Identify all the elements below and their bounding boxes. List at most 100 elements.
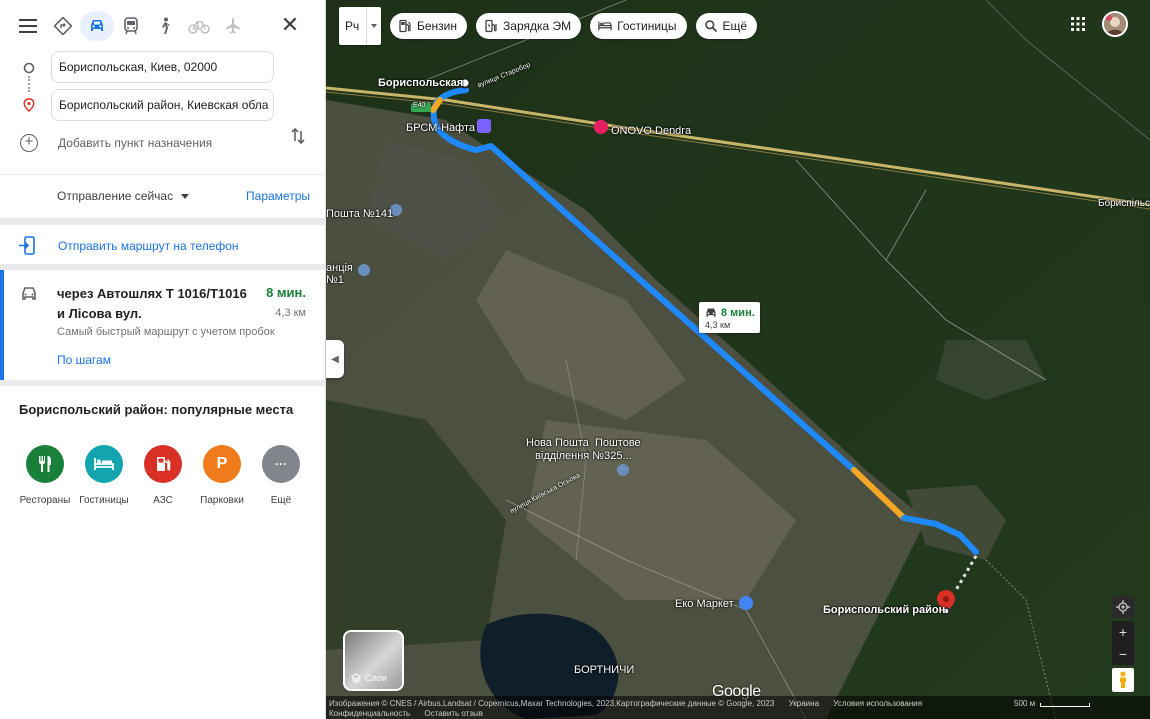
hotel-icon — [85, 445, 123, 483]
parking-icon: P — [203, 445, 241, 483]
scale-bar — [1040, 703, 1090, 707]
category-gas-stations[interactable]: АЗС — [133, 445, 193, 506]
route-time: 8 мин. — [266, 285, 306, 300]
language-label: Рч — [345, 19, 360, 33]
map-chips: Рч Бензин Зарядка ЭМ Гостиницы Ещё — [339, 7, 758, 45]
scale-label[interactable]: 500 м — [1014, 699, 1035, 708]
directions-panel: ✕ Бориспольская, Киев, 02000 Бориспольск… — [0, 0, 326, 719]
badge-time: 8 мин. — [721, 307, 755, 319]
chip-label: Ещё — [722, 19, 748, 33]
map-label-eco-market[interactable]: Еко Маркет — [675, 598, 734, 610]
category-label: АЗС — [153, 495, 173, 506]
chip-label: Гостиницы — [617, 19, 677, 33]
map-label-bortnychi: БОРТНИЧИ — [574, 664, 635, 676]
route-distance: 4,3 км — [275, 307, 306, 319]
swap-icon[interactable] — [288, 126, 308, 146]
zoom-in-button[interactable]: + — [1112, 621, 1134, 643]
origin-input[interactable]: Бориспольская, Киев, 02000 — [51, 51, 274, 83]
gas-station-icon — [144, 445, 182, 483]
category-buttons: Рестораны Гостиницы АЗС P Парковки ··· Е… — [15, 445, 315, 515]
destination-input[interactable]: Бориспольский район, Киевская обла — [51, 89, 274, 121]
map-imagery — [326, 0, 1150, 719]
map-label-hotel[interactable]: ONOVO Dendra — [611, 125, 691, 137]
my-location-icon[interactable] — [1112, 596, 1134, 618]
details-link[interactable]: По шагам — [57, 353, 111, 367]
maps-app: ✕ Бориспольская, Киев, 02000 Бориспольск… — [0, 0, 1150, 719]
options-link[interactable]: Параметры — [246, 189, 310, 203]
more-icon: ··· — [262, 445, 300, 483]
imagery-attribution: Изображения © CNES / Airbus,Landsat / Co… — [329, 699, 775, 708]
category-hotels[interactable]: Гостиницы — [74, 445, 134, 506]
chip-hotels[interactable]: Гостиницы — [590, 13, 687, 39]
terms-link[interactable]: Условия использования — [833, 699, 922, 708]
category-label: Гостиницы — [79, 495, 129, 506]
map-label-post[interactable]: Пошта №141 — [326, 208, 393, 220]
satellite-map[interactable]: Бориспольская вулиця Старобор E40 БРСМ-Н… — [326, 0, 1150, 719]
divider — [0, 174, 326, 175]
chip-ev-charging[interactable]: Зарядка ЭМ — [476, 13, 582, 39]
feedback-link[interactable]: Оставить отзыв — [424, 709, 483, 718]
chip-label: Бензин — [417, 19, 458, 33]
add-destination-label: Добавить пункт назначения — [58, 136, 213, 150]
travel-mode-bar: ✕ — [10, 10, 315, 42]
map-label-station[interactable]: анція №1 — [326, 262, 353, 286]
caret-down-icon — [181, 193, 190, 199]
map-label-nova-poshta[interactable]: Нова Пошта Поштове відділення №325... — [526, 437, 641, 463]
privacy-link[interactable]: Конфиденциальность — [329, 709, 410, 718]
car-icon[interactable] — [80, 11, 114, 41]
menu-icon[interactable] — [10, 11, 46, 41]
category-label: Ещё — [270, 495, 292, 506]
map-label-road: Бориспільсь — [1098, 198, 1150, 209]
ev-charging-icon — [485, 19, 497, 33]
category-label: Парковки — [200, 495, 244, 506]
add-destination-button[interactable]: + Добавить пункт назначения — [20, 134, 212, 152]
transit-icon[interactable] — [114, 11, 148, 41]
depart-label: Отправление сейчас — [57, 189, 174, 203]
map-label-destination[interactable]: Бориспольский район — [823, 604, 945, 616]
flight-icon[interactable] — [216, 11, 250, 41]
add-icon: + — [20, 134, 38, 152]
layers-button[interactable]: Слои — [343, 630, 404, 691]
map-label-gas[interactable]: БРСМ-Нафта — [406, 122, 475, 134]
popular-places-title: Бориспольский район: популярные места — [19, 402, 294, 417]
car-icon — [22, 287, 36, 300]
chip-gas[interactable]: Бензин — [390, 13, 468, 39]
zoom-out-button[interactable]: − — [1112, 643, 1134, 665]
route-inputs: Бориспольская, Киев, 02000 Бориспольский… — [0, 50, 326, 170]
layers-text: Слои — [365, 673, 387, 683]
origin-circle-icon — [23, 62, 35, 74]
category-parking[interactable]: P Парковки — [192, 445, 252, 506]
send-to-phone-label: Отправить маршрут на телефон — [58, 239, 239, 253]
chevron-down-icon[interactable] — [366, 7, 381, 45]
avatar[interactable] — [1102, 11, 1128, 37]
bike-icon[interactable] — [182, 11, 216, 41]
pegman-icon[interactable] — [1112, 668, 1134, 692]
close-icon[interactable]: ✕ — [275, 10, 305, 40]
route-option[interactable]: через Автошлях Т 1016/T1016 и Лісова вул… — [0, 270, 326, 380]
route-via: через Автошлях Т 1016/T1016 и Лісова вул… — [57, 286, 247, 321]
language-toggle[interactable]: Рч — [339, 7, 381, 45]
chip-more[interactable]: Ещё — [695, 13, 758, 39]
destination-pin-icon — [23, 98, 35, 112]
country-label: Украина — [788, 699, 820, 708]
send-to-phone-icon — [19, 236, 35, 255]
category-restaurants[interactable]: Рестораны — [15, 445, 75, 506]
gas-station-icon — [399, 19, 411, 33]
route-time-badge[interactable]: 8 мин. 4,3 км — [699, 302, 760, 333]
chip-label: Зарядка ЭМ — [503, 19, 572, 33]
depart-time-dropdown[interactable]: Отправление сейчас — [57, 189, 190, 203]
collapse-panel-button[interactable]: ◀ — [326, 340, 344, 378]
badge-distance: 4,3 км — [705, 320, 731, 330]
apps-grid-icon[interactable] — [1071, 17, 1085, 31]
send-to-phone-button[interactable]: Отправить маршрут на телефон — [18, 236, 239, 256]
route-connector — [28, 76, 30, 92]
highway-shield: E40 — [413, 102, 426, 109]
section-divider — [0, 380, 326, 386]
route-note: Самый быстрый маршрут с учетом пробок — [57, 326, 275, 338]
directions-icon[interactable] — [46, 11, 80, 41]
car-icon — [706, 308, 716, 317]
search-icon — [704, 20, 717, 33]
category-more[interactable]: ··· Ещё — [251, 445, 311, 506]
map-footer: Изображения © CNES / Airbus,Landsat / Co… — [326, 696, 1150, 719]
walk-icon[interactable] — [148, 11, 182, 41]
